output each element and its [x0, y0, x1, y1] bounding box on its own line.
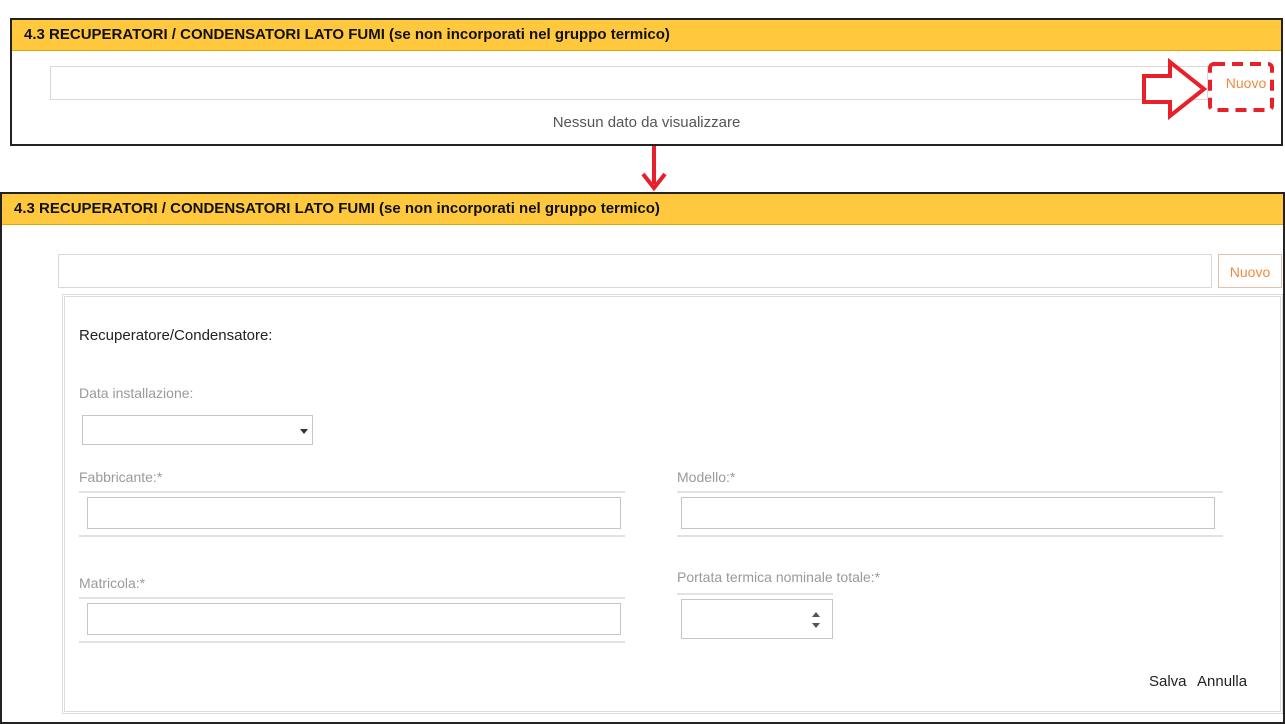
- serial-label: Matricola:*: [79, 575, 146, 591]
- annotation-overlay: [1142, 57, 1274, 121]
- grid-toolbar: [50, 66, 1208, 100]
- thermal-capacity-spinner[interactable]: [681, 599, 833, 639]
- section-header: 4.3 RECUPERATORI / CONDENSATORI LATO FUM…: [2, 194, 1283, 225]
- empty-grid-message: Nessun dato da visualizzare: [552, 114, 741, 131]
- save-link[interactable]: Salva: [1149, 673, 1187, 690]
- install-date-dropdown[interactable]: [82, 415, 313, 445]
- top-section-panel: 4.3 RECUPERATORI / CONDENSATORI LATO FUM…: [10, 18, 1283, 146]
- new-button[interactable]: Nuovo: [1218, 254, 1282, 288]
- grid-toolbar: [58, 254, 1212, 288]
- serial-input[interactable]: [87, 603, 621, 635]
- section-header: 4.3 RECUPERATORI / CONDENSATORI LATO FUM…: [12, 20, 1281, 51]
- manufacturer-label: Fabbricante:*: [79, 469, 163, 485]
- flow-arrow-icon: [641, 146, 667, 192]
- cancel-link[interactable]: Annulla: [1197, 673, 1247, 690]
- callout-arrow-icon: [1142, 57, 1208, 121]
- thermal-capacity-label: Portata termica nominale totale:*: [677, 569, 881, 585]
- edit-form: Recuperatore/Condensatore: Data installa…: [62, 294, 1283, 714]
- highlight-box: [1208, 62, 1274, 112]
- spinner-up-icon[interactable]: [812, 612, 820, 617]
- manufacturer-input[interactable]: [87, 497, 621, 529]
- install-date-label: Data installazione:: [79, 385, 194, 401]
- spinner-down-icon[interactable]: [812, 623, 820, 628]
- bottom-section-panel: 4.3 RECUPERATORI / CONDENSATORI LATO FUM…: [0, 192, 1285, 724]
- dropdown-chevron-icon: [300, 429, 308, 434]
- form-title: Recuperatore/Condensatore:: [79, 327, 273, 344]
- model-input[interactable]: [681, 497, 1215, 529]
- model-label: Modello:*: [677, 469, 736, 485]
